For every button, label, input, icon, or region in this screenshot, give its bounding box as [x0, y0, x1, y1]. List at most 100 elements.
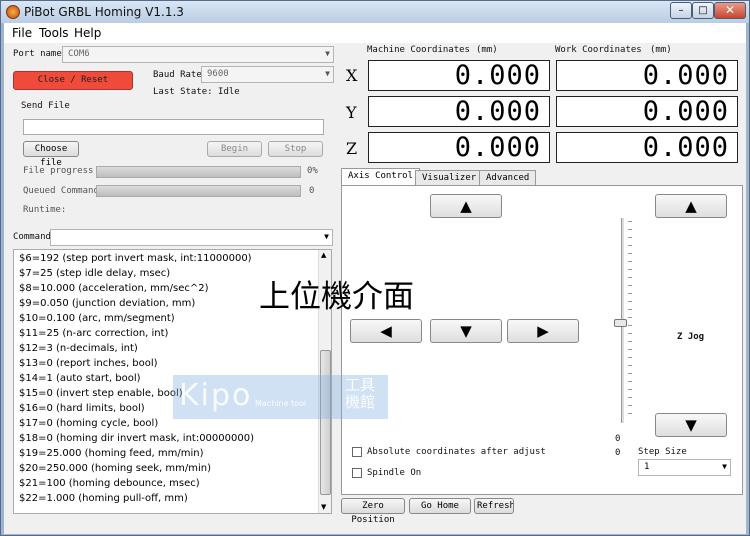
console-line: $21=100 (homing debounce, msec) — [19, 478, 200, 489]
jog-z-minus-button[interactable]: ▼ — [655, 413, 727, 437]
choose-file-button[interactable]: Choose file — [23, 141, 79, 168]
machine-y-readout: 0.000 — [368, 96, 550, 127]
z-jog-label: Z Jog — [677, 332, 705, 342]
watermark-subtitle: Machine tool — [255, 399, 307, 408]
console-line: $15=0 (invert step enable, bool) — [19, 388, 183, 399]
console-line: $20=250.000 (homing seek, mm/min) — [19, 463, 212, 474]
console-line: $16=0 (hard limits, bool) — [19, 403, 145, 414]
queued-commands-value: 0 — [309, 186, 315, 196]
caption-overlay: 上位機介面 — [259, 279, 414, 315]
last-state-text: Last State: Idle — [153, 87, 240, 97]
console-line: $19=25.000 (homing feed, mm/min) — [19, 448, 204, 459]
axis-y-label: Y — [346, 103, 357, 122]
console-line: $11=25 (n-arc correction, int) — [19, 328, 169, 339]
jog-y-plus-button[interactable]: ▲ — [430, 194, 502, 218]
baud-rate-select[interactable]: 9600 ▼ — [201, 66, 334, 83]
tab-visualizer[interactable]: Visualizer — [415, 170, 484, 186]
zero-position-button[interactable]: Zero Position — [341, 498, 405, 525]
baud-rate-label: Baud Rate — [153, 70, 202, 80]
jog-x-plus-button[interactable]: ▶ — [507, 319, 579, 343]
arrow-up-icon: ▲ — [685, 197, 697, 215]
port-name-label: Port name — [13, 49, 62, 59]
watermark-cjk: 工具機館 — [345, 376, 376, 411]
slider-max-label: 0 — [615, 434, 621, 444]
file-path-input[interactable] — [23, 119, 324, 135]
go-home-button[interactable]: Go Home — [409, 498, 471, 514]
arrow-down-icon: ▼ — [460, 322, 472, 340]
console-line: $12=3 (n-decimals, int) — [19, 343, 138, 354]
port-select[interactable]: COM6 ▼ — [62, 46, 334, 63]
slider-min-label: 0 — [615, 448, 621, 458]
minimize-button[interactable]: – — [670, 2, 692, 19]
title-bar: PiBot GRBL Homing V1.1.3 – □ ✕ — [1, 1, 749, 23]
step-slider-knob[interactable] — [614, 319, 627, 327]
console-line: $6=192 (step port invert mask, int:11000… — [19, 253, 252, 264]
arrow-right-icon: ▶ — [537, 322, 549, 340]
send-file-title: Send File — [21, 101, 70, 111]
machine-x-readout: 0.000 — [368, 60, 550, 91]
watermark: Kipo Machine tool 工具機館 — [173, 375, 388, 419]
chevron-down-icon: ▼ — [722, 462, 727, 471]
stop-button[interactable]: Stop — [268, 141, 323, 157]
console-line: $10=0.100 (arc, mm/segment) — [19, 313, 175, 324]
menu-file[interactable]: File — [12, 26, 32, 40]
work-unit-label: (mm) — [650, 45, 672, 55]
console-line: $13=0 (report inches, bool) — [19, 358, 158, 369]
maximize-button[interactable]: □ — [692, 2, 714, 19]
window-title: PiBot GRBL Homing V1.1.3 — [24, 5, 184, 19]
step-slider-ticks — [628, 221, 632, 421]
work-y-readout: 0.000 — [556, 96, 738, 127]
menu-help[interactable]: Help — [74, 26, 101, 40]
chevron-down-icon: ▼ — [325, 69, 330, 78]
machine-coordinates-header: Machine Coordinates — [367, 45, 470, 55]
step-size-value: 1 — [644, 462, 650, 472]
axis-control-panel: ▲ ◀ ▼ ▶ 0 0 ▲ Z Jog ▼ Absolute coordinat… — [341, 185, 743, 495]
absolute-coordinates-label: Absolute coordinates after adjust — [367, 447, 546, 457]
step-size-select[interactable]: 1 ▼ — [638, 459, 731, 476]
menu-bar: File Tools Help — [4, 23, 746, 43]
close-reset-button[interactable]: Close / Reset — [13, 71, 133, 90]
scrollbar-thumb[interactable] — [320, 350, 331, 495]
app-logo-icon — [6, 5, 20, 19]
jog-x-minus-button[interactable]: ◀ — [350, 319, 422, 343]
runtime-label: Runtime: — [23, 205, 67, 215]
console-line: $8=10.000 (acceleration, mm/sec^2) — [19, 283, 209, 294]
jog-z-plus-button[interactable]: ▲ — [655, 194, 727, 218]
console-line: $18=0 (homing dir invert mask, int:00000… — [19, 433, 254, 444]
port-select-value: COM6 — [68, 49, 90, 59]
file-progress-label: File progress — [23, 166, 94, 176]
arrow-up-icon: ▲ — [460, 197, 472, 215]
machine-unit-label: (mm) — [476, 45, 498, 55]
work-x-readout: 0.000 — [556, 60, 738, 91]
app-window: PiBot GRBL Homing V1.1.3 – □ ✕ File Tool… — [0, 0, 750, 536]
queued-commands-bar — [96, 185, 301, 197]
menu-tools[interactable]: Tools — [39, 26, 69, 40]
tab-axis-control[interactable]: Axis Control — [341, 168, 421, 186]
axis-z-label: Z — [346, 139, 358, 158]
command-label: Command — [13, 232, 51, 242]
tab-advanced[interactable]: Advanced — [479, 170, 537, 186]
scroll-down-icon[interactable]: ▼ — [321, 503, 326, 511]
begin-button[interactable]: Begin — [207, 141, 262, 157]
close-button[interactable]: ✕ — [714, 2, 746, 19]
console-line: $9=0.050 (junction deviation, mm) — [19, 298, 196, 309]
scroll-up-icon[interactable]: ▲ — [321, 251, 326, 259]
console-line: $7=25 (step idle delay, msec) — [19, 268, 171, 279]
console-line: $17=0 (homing cycle, bool) — [19, 418, 159, 429]
baud-rate-value: 9600 — [207, 69, 229, 79]
console-line: $14=1 (auto start, bool) — [19, 373, 141, 384]
arrow-down-icon: ▼ — [685, 416, 697, 434]
work-z-readout: 0.000 — [556, 132, 738, 163]
jog-y-minus-button[interactable]: ▼ — [430, 319, 502, 343]
axis-x-label: X — [346, 66, 358, 85]
spindle-on-label: Spindle On — [367, 468, 422, 478]
console-line: $22=1.000 (homing pull-off, mm) — [19, 493, 188, 504]
refresh-button[interactable]: Refresh — [474, 498, 514, 514]
machine-z-readout: 0.000 — [368, 132, 550, 163]
chevron-down-icon: ▼ — [324, 232, 329, 241]
step-size-label: Step Size — [638, 447, 687, 457]
work-coordinates-header: Work Coordinates — [555, 45, 642, 55]
spindle-on-checkbox[interactable] — [352, 468, 362, 478]
command-input[interactable]: ▼ — [50, 229, 333, 246]
absolute-coordinates-checkbox[interactable] — [352, 447, 362, 457]
